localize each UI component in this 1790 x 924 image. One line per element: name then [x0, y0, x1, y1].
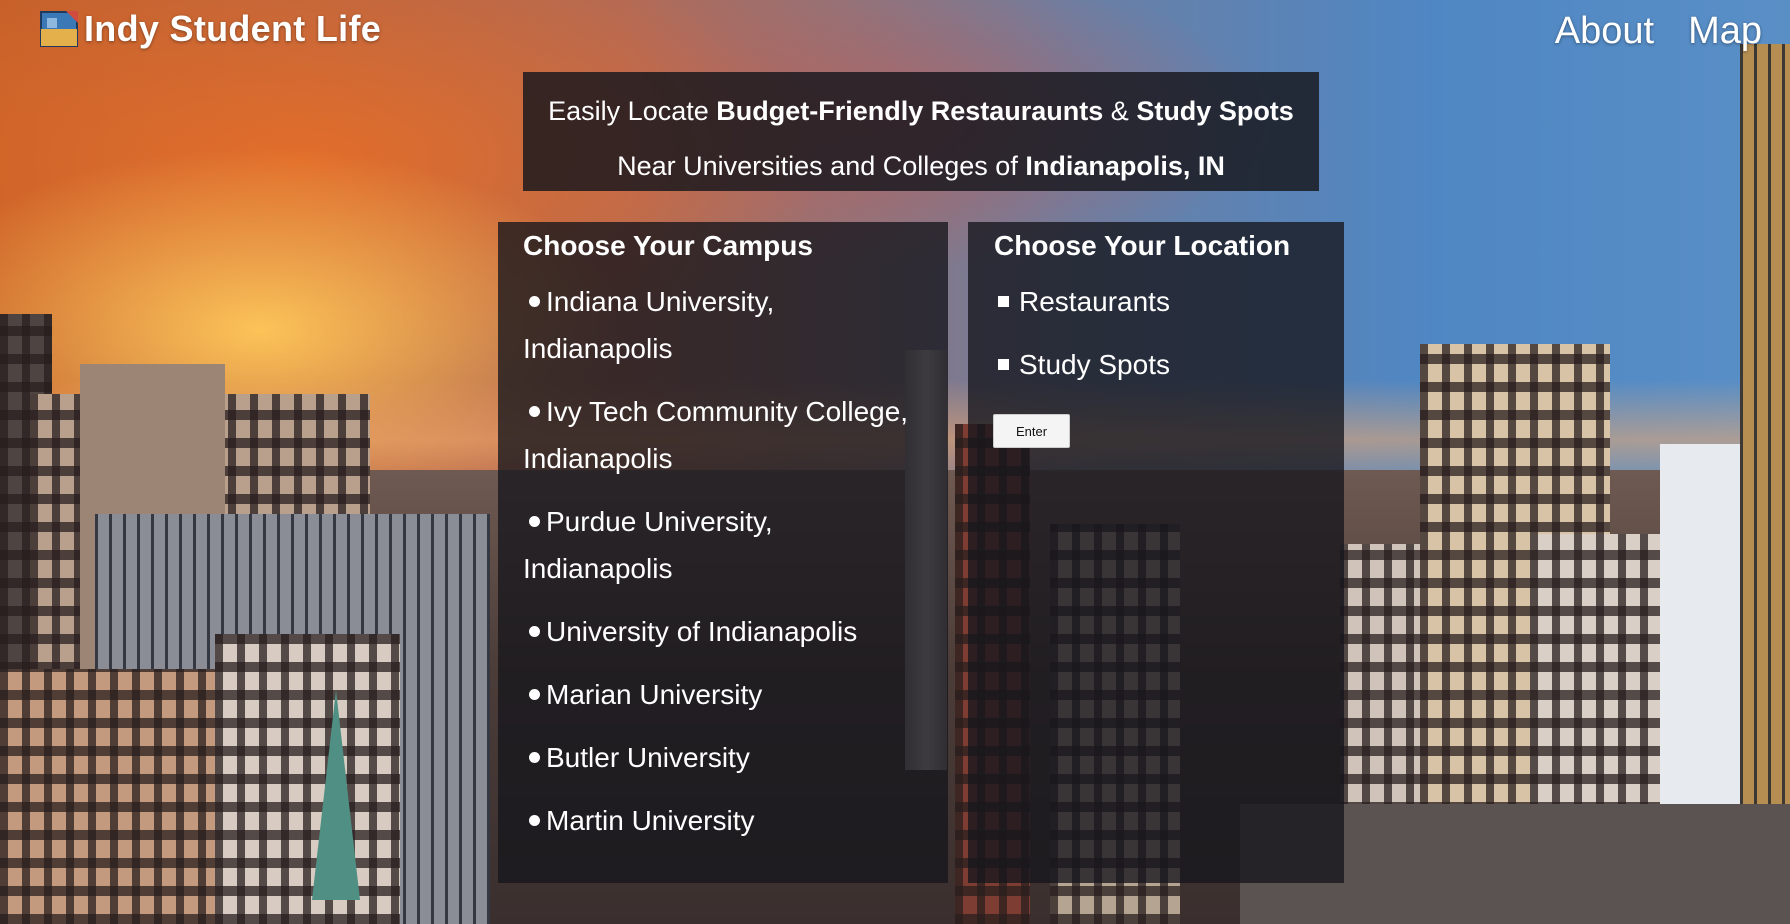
campus-panel-title: Choose Your Campus — [523, 230, 813, 261]
location-item-restaurants[interactable]: Restaurants — [994, 278, 1344, 325]
tagline-banner: Easily Locate Budget-Friendly Restauraun… — [523, 72, 1319, 191]
campus-item-butler[interactable]: Butler University — [523, 734, 948, 781]
location-item-study-spots[interactable]: Study Spots — [994, 341, 1344, 388]
logo-text: Indy Student Life — [84, 8, 382, 49]
bullet-icon — [529, 295, 540, 307]
bullet-icon — [529, 751, 540, 763]
nav-map-link[interactable]: Map — [1688, 10, 1762, 53]
location-panel: Choose Your Location Restaurants Study S… — [968, 222, 1344, 883]
campus-panel: Choose Your Campus Indiana University, I… — [498, 222, 948, 883]
bullet-icon — [529, 515, 540, 527]
campus-item-iu-indianapolis[interactable]: Indiana University, Indianapolis — [523, 278, 948, 372]
bullet-icon — [529, 405, 540, 417]
location-list: Restaurants Study Spots — [994, 278, 1344, 388]
square-bullet-icon — [998, 358, 1009, 370]
enter-button[interactable]: Enter — [993, 414, 1070, 448]
campus-item-u-indianapolis[interactable]: University of Indianapolis — [523, 608, 948, 655]
site-logo[interactable]: Indy Student Life — [40, 8, 381, 50]
nav-about-link[interactable]: About — [1555, 10, 1654, 53]
logo-icon — [40, 9, 80, 49]
bullet-icon — [529, 688, 540, 700]
location-panel-title: Choose Your Location — [994, 230, 1291, 261]
campus-item-martin[interactable]: Martin University — [523, 797, 948, 844]
bullet-icon — [529, 814, 540, 826]
tagline-line-1: Easily Locate Budget-Friendly Restauraun… — [548, 96, 1294, 126]
campus-item-marian[interactable]: Marian University — [523, 671, 948, 718]
campus-item-ivy-tech[interactable]: Ivy Tech Community College, Indianapolis — [523, 388, 948, 482]
tagline-line-2: Near Universities and Colleges of Indian… — [617, 151, 1225, 181]
main-nav: About Map — [1555, 10, 1762, 53]
square-bullet-icon — [998, 295, 1009, 307]
campus-item-purdue-indianapolis[interactable]: Purdue University, Indianapolis — [523, 498, 948, 592]
bullet-icon — [529, 625, 540, 637]
campus-list: Indiana University, Indianapolis Ivy Tec… — [523, 278, 948, 844]
